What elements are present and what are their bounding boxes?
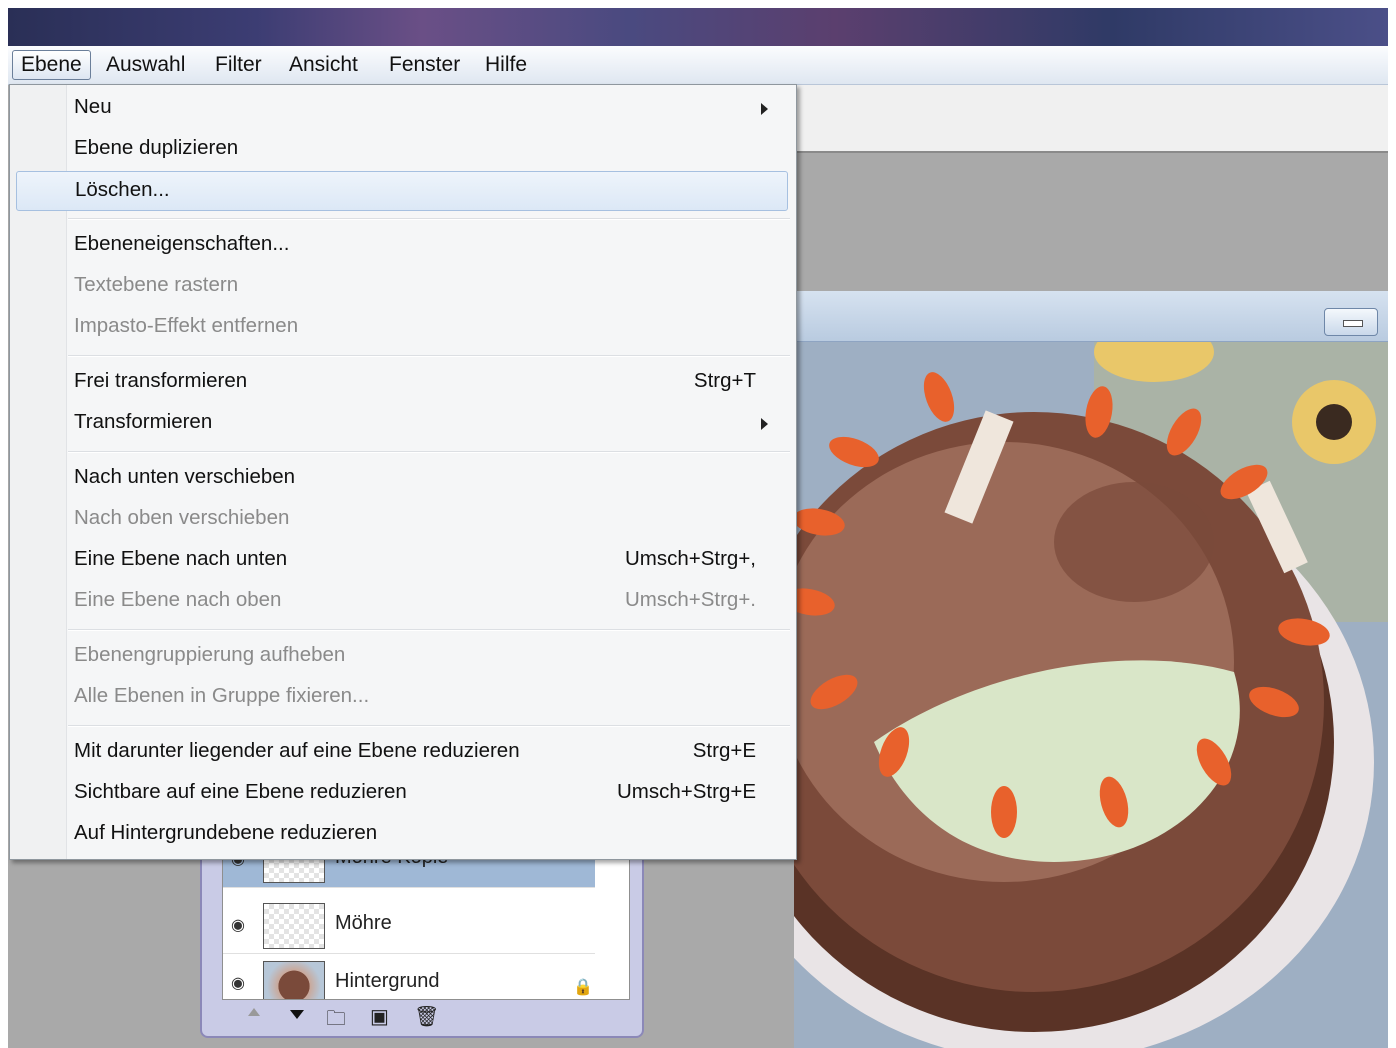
layer-name: Hintergrund (335, 970, 440, 992)
folder-icon[interactable]: 🗀 (326, 1004, 346, 1038)
layer-thumbnail (263, 903, 325, 949)
menu-item-eine-ebene-nach-oben[interactable]: Eine Ebene nach oben Umsch+Strg+. (16, 582, 788, 622)
menu-item-auf-hintergrundebene-reduzieren[interactable]: Auf Hintergrundebene reduzieren (16, 815, 788, 855)
eye-icon[interactable]: ◉ (231, 915, 253, 935)
menu-item-label: Löschen... (75, 178, 170, 201)
menu-item-shortcut: Umsch+Strg+E (617, 780, 756, 803)
image-window-title-bar (794, 291, 1388, 342)
menu-item-label: Frei transformieren (74, 369, 248, 392)
move-layer-up-icon[interactable] (248, 1008, 260, 1016)
menu-item-label: Nach oben verschieben (74, 506, 290, 529)
menu-separator (68, 218, 790, 220)
cake-photo[interactable] (794, 342, 1388, 1048)
menu-item-shortcut: Umsch+Strg+, (624, 547, 756, 570)
layer-name: Möhre (335, 912, 392, 934)
menu-item-neu[interactable]: Neu (16, 89, 788, 129)
menu-item-shortcut: Umsch+Strg+. (624, 588, 756, 611)
options-toolbar (788, 85, 1388, 153)
menu-auswahl[interactable]: Auswahl (98, 50, 193, 80)
layer-row-hintergrund[interactable]: ◉ Hintergrund 🔒 (223, 955, 595, 999)
menu-item-ebenengruppierung-aufheben[interactable]: Ebenengruppierung aufheben (16, 637, 788, 677)
menu-fenster[interactable]: Fenster (381, 50, 468, 80)
menu-item-nach-oben-verschieben[interactable]: Nach oben verschieben (16, 500, 788, 540)
menu-item-alle-ebenen-fixieren[interactable]: Alle Ebenen in Gruppe fixieren... (16, 678, 788, 718)
trash-icon[interactable]: 🗑 (414, 1004, 439, 1029)
menu-item-frei-transformieren[interactable]: Frei transformieren Strg+T (16, 363, 788, 403)
menu-item-shortcut: Strg+E (692, 739, 756, 762)
minimize-icon (1343, 320, 1363, 327)
menu-item-label: Ebeneneigenschaften... (74, 232, 290, 255)
menu-item-sichtbare-reduzieren[interactable]: Sichtbare auf eine Ebene reduzieren Umsc… (16, 774, 788, 814)
menu-item-ebeneneigenschaften[interactable]: Ebeneneigenschaften... (16, 226, 788, 266)
menu-item-label: Transformieren (74, 410, 213, 433)
cake-image (794, 342, 1388, 1048)
image-window (794, 291, 1388, 1048)
menu-item-textebene-rastern[interactable]: Textebene rastern (16, 267, 788, 307)
menu-item-label: Eine Ebene nach oben (74, 588, 282, 611)
lock-icon: 🔒 (573, 979, 593, 996)
menu-item-label: Ebenengruppierung aufheben (74, 643, 346, 666)
ebene-dropdown-menu: Neu Ebene duplizieren Löschen... Ebenene… (9, 84, 797, 860)
menu-item-label: Mit darunter liegender auf eine Ebene re… (74, 739, 520, 762)
menu-item-transformieren[interactable]: Transformieren (16, 404, 788, 444)
menu-item-label: Eine Ebene nach unten (74, 547, 288, 570)
app-window: Ebene Auswahl Filter Ansicht Fenster Hil… (8, 8, 1388, 1048)
submenu-arrow-icon (761, 103, 768, 115)
menu-item-shortcut: Strg+T (693, 369, 756, 392)
menu-ebene[interactable]: Ebene (12, 50, 91, 80)
menu-separator (68, 629, 790, 631)
menu-filter[interactable]: Filter (207, 50, 270, 80)
new-layer-icon[interactable]: ▣ (370, 1004, 389, 1029)
layer-row-moehre[interactable]: ◉ Möhre (223, 897, 595, 954)
menu-item-eine-ebene-nach-unten[interactable]: Eine Ebene nach unten Umsch+Strg+, (16, 541, 788, 581)
move-layer-down-icon[interactable] (290, 1010, 304, 1019)
menu-item-label: Alle Ebenen in Gruppe fixieren... (74, 684, 370, 707)
minimize-button[interactable] (1324, 308, 1378, 336)
layer-thumbnail (263, 961, 325, 999)
menu-item-mit-darunter-liegender-reduzieren[interactable]: Mit darunter liegender auf eine Ebene re… (16, 733, 788, 773)
menu-item-loeschen[interactable]: Löschen... (16, 171, 788, 211)
menubar: Ebene Auswahl Filter Ansicht Fenster Hil… (8, 46, 1388, 85)
menu-item-ebene-duplizieren[interactable]: Ebene duplizieren (16, 130, 788, 170)
layers-toolbar: 🗀 ▣ 🗑 (222, 1002, 630, 1032)
menu-item-label: Textebene rastern (74, 273, 239, 296)
eye-icon[interactable]: ◉ (231, 973, 253, 993)
menu-ansicht[interactable]: Ansicht (281, 50, 366, 80)
menu-item-label: Sichtbare auf eine Ebene reduzieren (74, 780, 407, 803)
menu-item-label: Ebene duplizieren (74, 136, 239, 159)
submenu-arrow-icon (761, 418, 768, 430)
menu-item-label: Impasto-Effekt entfernen (74, 314, 299, 337)
menu-item-nach-unten-verschieben[interactable]: Nach unten verschieben (16, 459, 788, 499)
menu-item-label: Auf Hintergrundebene reduzieren (74, 821, 378, 844)
menu-separator (68, 725, 790, 727)
menu-item-label: Neu (74, 95, 112, 118)
menu-separator (68, 451, 790, 453)
menu-item-impasto-effekt-entfernen[interactable]: Impasto-Effekt entfernen (16, 308, 788, 348)
menu-separator (68, 355, 790, 357)
menu-item-label: Nach unten verschieben (74, 465, 296, 488)
menu-hilfe[interactable]: Hilfe (477, 50, 535, 80)
window-title-bar (8, 8, 1388, 46)
